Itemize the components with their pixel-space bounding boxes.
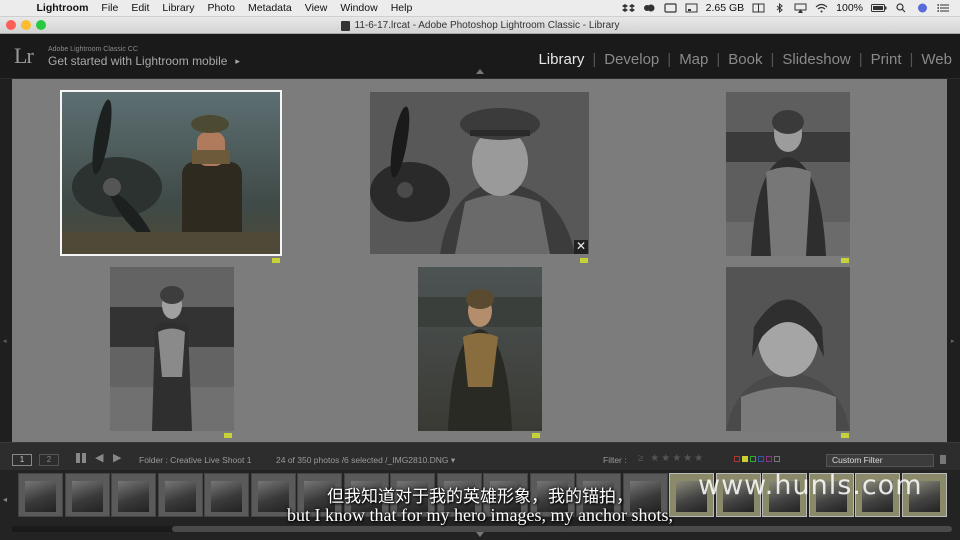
module-develop[interactable]: Develop bbox=[596, 51, 667, 68]
menu-library[interactable]: Library bbox=[156, 2, 201, 14]
module-picker: Library | Develop | Map | Book | Slidesh… bbox=[530, 51, 952, 68]
module-web[interactable]: Web bbox=[913, 51, 952, 68]
blue-swatch[interactable] bbox=[758, 456, 764, 462]
photo-aviator-closeup-bw[interactable] bbox=[370, 92, 589, 254]
disk-space: 2.65 GB bbox=[705, 2, 745, 14]
window-title-bar: 11-6-17.lrcat - Adobe Photoshop Lightroo… bbox=[0, 17, 960, 34]
right-panel-edge[interactable]: ▸ bbox=[947, 79, 960, 442]
menu-view[interactable]: View bbox=[298, 2, 334, 14]
disk-icon[interactable] bbox=[685, 3, 698, 13]
left-panel-arrow-icon[interactable]: ◂ bbox=[3, 337, 7, 345]
color-label-flag[interactable] bbox=[580, 258, 588, 263]
menu-app-name[interactable]: Lightroom bbox=[30, 2, 95, 14]
color-label-flag[interactable] bbox=[272, 258, 280, 263]
right-panel-arrow-icon[interactable]: ▸ bbox=[951, 337, 955, 345]
mobile-link-text[interactable]: Get started with Lightroom mobile bbox=[48, 54, 227, 68]
menu-bar: Lightroom File Edit Library Photo Metada… bbox=[0, 0, 960, 17]
photo-aviator-helmet-color[interactable] bbox=[418, 267, 542, 431]
identity-plate-panel: Lr Adobe Lightroom Classic CC Get starte… bbox=[0, 34, 960, 78]
module-library[interactable]: Library bbox=[530, 51, 592, 68]
play-arrow-icon[interactable]: ▸ bbox=[235, 56, 240, 67]
color-label-flag[interactable] bbox=[224, 433, 232, 438]
lightroom-logo: Lr bbox=[14, 43, 34, 68]
color-label-flag[interactable] bbox=[841, 433, 849, 438]
monitor-icon[interactable] bbox=[664, 3, 677, 13]
status-area: 2.65 GB 100% bbox=[618, 2, 960, 14]
airplay-icon[interactable] bbox=[794, 3, 807, 13]
zoom-window-button[interactable] bbox=[36, 20, 46, 30]
document-icon bbox=[340, 20, 350, 31]
photo-count-text: 24 of 350 photos /6 selected /_IMG2810.D… bbox=[276, 455, 449, 465]
filter-label: Filter : bbox=[603, 455, 627, 465]
secondary-display-button[interactable]: 2 bbox=[39, 454, 59, 466]
menu-window[interactable]: Window bbox=[334, 2, 384, 14]
module-map[interactable]: Map bbox=[671, 51, 716, 68]
custom-filter-select[interactable]: Custom Filter bbox=[826, 454, 934, 467]
source-folder[interactable]: Folder : Creative Live Shoot 1 bbox=[139, 455, 251, 465]
photo-aviator-bomber-jacket-bw[interactable] bbox=[726, 92, 850, 256]
dropdown-arrow-icon: ▾ bbox=[450, 455, 456, 465]
module-book[interactable]: Book bbox=[720, 51, 770, 68]
gray-swatch[interactable] bbox=[774, 456, 780, 462]
menu-help[interactable]: Help bbox=[384, 2, 419, 14]
notification-center-icon[interactable] bbox=[937, 3, 950, 13]
mobile-link[interactable]: Get started with Lightroom mobile ▸ bbox=[48, 54, 240, 68]
window-title: 11-6-17.lrcat - Adobe Photoshop Lightroo… bbox=[354, 20, 620, 31]
left-panel-edge[interactable]: ◂ bbox=[0, 79, 12, 442]
top-panel-toggle-icon[interactable] bbox=[476, 69, 484, 74]
module-slideshow[interactable]: Slideshow bbox=[774, 51, 858, 68]
color-filter-swatches[interactable] bbox=[734, 456, 780, 462]
survey-grid: ✕ bbox=[12, 79, 947, 442]
yellow-swatch[interactable] bbox=[742, 456, 748, 462]
rating-filter-stars[interactable]: ≥ ★★★★★ bbox=[638, 453, 705, 464]
wifi-icon[interactable] bbox=[815, 3, 828, 13]
app-window: Lightroom File Edit Library Photo Metada… bbox=[0, 0, 960, 540]
photo-aviator-standing-bw[interactable] bbox=[110, 267, 234, 431]
close-window-button[interactable] bbox=[6, 20, 16, 30]
grid-menu-icon[interactable] bbox=[752, 3, 765, 13]
back-arrow-icon[interactable]: ◀ bbox=[95, 451, 103, 464]
dropbox-icon[interactable] bbox=[621, 3, 635, 13]
menu-metadata[interactable]: Metadata bbox=[241, 2, 298, 14]
subtitle-chinese: 但我知道对于我的英雄形象，我的锚拍， bbox=[327, 487, 633, 507]
minimize-window-button[interactable] bbox=[21, 20, 31, 30]
grid-view-icon[interactable] bbox=[76, 453, 86, 463]
spotlight-icon[interactable] bbox=[895, 3, 908, 13]
red-swatch[interactable] bbox=[734, 456, 740, 462]
battery-percent: 100% bbox=[836, 2, 863, 14]
color-label-flag[interactable] bbox=[841, 258, 849, 263]
battery-icon[interactable] bbox=[871, 3, 887, 13]
product-name: Adobe Lightroom Classic CC bbox=[48, 46, 138, 53]
traffic-lights bbox=[6, 20, 46, 30]
purple-swatch[interactable] bbox=[766, 456, 772, 462]
photo-count[interactable]: 24 of 350 photos /6 selected /_IMG2810.D… bbox=[276, 455, 455, 466]
green-swatch[interactable] bbox=[750, 456, 756, 462]
siri-icon[interactable] bbox=[916, 3, 929, 13]
primary-display-button[interactable]: 1 bbox=[12, 454, 32, 466]
photo-aviator-helmet-bw[interactable] bbox=[726, 267, 850, 431]
bottom-panel-toggle-icon[interactable] bbox=[476, 532, 484, 537]
photo-aviator-propeller-color[interactable] bbox=[62, 92, 280, 254]
creative-cloud-icon[interactable] bbox=[643, 3, 656, 13]
menu-file[interactable]: File bbox=[95, 2, 125, 14]
deselect-photo-icon[interactable]: ✕ bbox=[574, 240, 588, 254]
module-print[interactable]: Print bbox=[863, 51, 910, 68]
lock-icon[interactable] bbox=[940, 455, 946, 464]
filmstrip-toolbar: 1 2 ◀ ▶ Folder : Creative Live Shoot 1 2… bbox=[0, 442, 960, 470]
color-label-flag[interactable] bbox=[532, 433, 540, 438]
menu-edit[interactable]: Edit bbox=[125, 2, 156, 14]
scrollbar-knob[interactable] bbox=[172, 526, 952, 532]
menu-photo[interactable]: Photo bbox=[201, 2, 241, 14]
subtitle-english: but I know that for my hero images, my a… bbox=[287, 505, 673, 525]
forward-arrow-icon[interactable]: ▶ bbox=[113, 451, 121, 464]
bluetooth-icon[interactable] bbox=[773, 3, 786, 13]
